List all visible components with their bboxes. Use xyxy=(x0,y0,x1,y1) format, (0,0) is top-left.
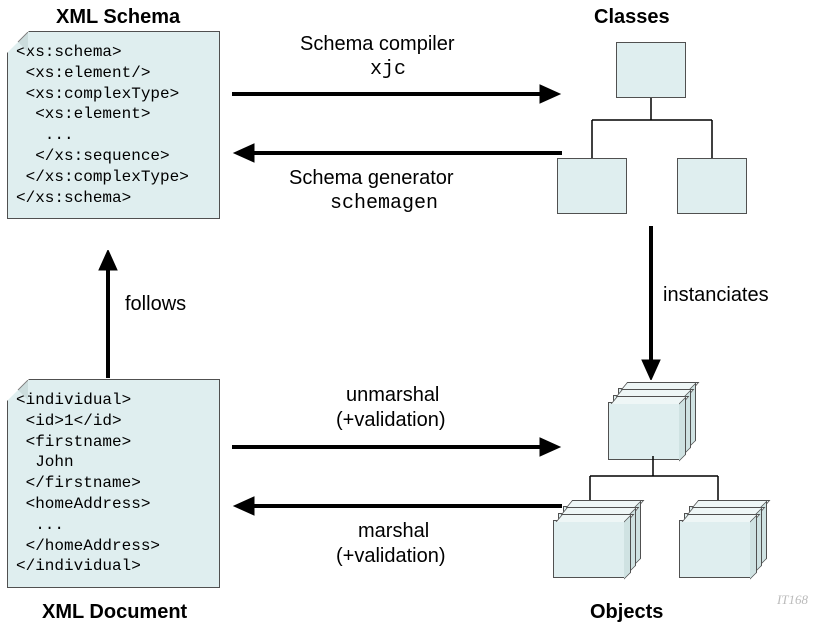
code-line: <individual> xyxy=(16,390,209,411)
xml-schema-box: <xs:schema> <xs:element/> <xs:complexTyp… xyxy=(7,31,220,219)
label-follows: follows xyxy=(125,292,186,317)
document-title: XML Document xyxy=(42,601,187,624)
arrow-schema-generator xyxy=(232,142,562,164)
arrow-marshal xyxy=(232,495,562,517)
label-instanciates: instanciates xyxy=(663,283,769,308)
code-line: ... xyxy=(16,515,209,536)
code-line: </xs:complexType> xyxy=(16,167,209,188)
label-unmarshal-sub: (+validation) xyxy=(336,408,446,433)
code-line: <homeAddress> xyxy=(16,494,209,515)
label-schema-compiler: Schema compiler xyxy=(300,32,455,57)
label-marshal-sub: (+validation) xyxy=(336,544,446,569)
label-xjc: xjc xyxy=(370,57,406,82)
arrow-follows xyxy=(97,250,119,378)
classes-title: Classes xyxy=(594,6,670,29)
arrow-schema-compiler xyxy=(232,83,562,105)
label-marshal: marshal xyxy=(358,519,429,544)
code-line: <xs:schema> xyxy=(16,42,209,63)
code-line: ... xyxy=(16,125,209,146)
class-box-child-left xyxy=(557,158,627,214)
code-line: </homeAddress> xyxy=(16,536,209,557)
object-card xyxy=(679,520,751,578)
arrow-instanciates xyxy=(640,226,662,380)
class-box-child-right xyxy=(677,158,747,214)
code-line: </xs:sequence> xyxy=(16,146,209,167)
class-hierarchy-lines xyxy=(560,98,740,158)
object-card xyxy=(553,520,625,578)
schema-title: XML Schema xyxy=(56,6,180,29)
label-schemagen: schemagen xyxy=(330,191,438,216)
arrow-unmarshal xyxy=(232,436,562,458)
label-schema-generator: Schema generator xyxy=(289,166,454,191)
object-card xyxy=(608,402,680,460)
label-unmarshal: unmarshal xyxy=(346,383,439,408)
code-line: John xyxy=(16,452,209,473)
class-box-parent xyxy=(616,42,686,98)
code-line: </individual> xyxy=(16,556,209,577)
watermark-text: IT168 xyxy=(777,592,808,608)
code-line: <firstname> xyxy=(16,432,209,453)
code-line: <id>1</id> xyxy=(16,411,209,432)
code-line: </firstname> xyxy=(16,473,209,494)
code-line: </xs:schema> xyxy=(16,188,209,209)
xml-document-box: <individual> <id>1</id> <firstname> John… xyxy=(7,379,220,588)
code-line: <xs:complexType> xyxy=(16,84,209,105)
code-line: <xs:element/> xyxy=(16,63,209,84)
code-line: <xs:element> xyxy=(16,104,209,125)
objects-title: Objects xyxy=(590,601,663,624)
